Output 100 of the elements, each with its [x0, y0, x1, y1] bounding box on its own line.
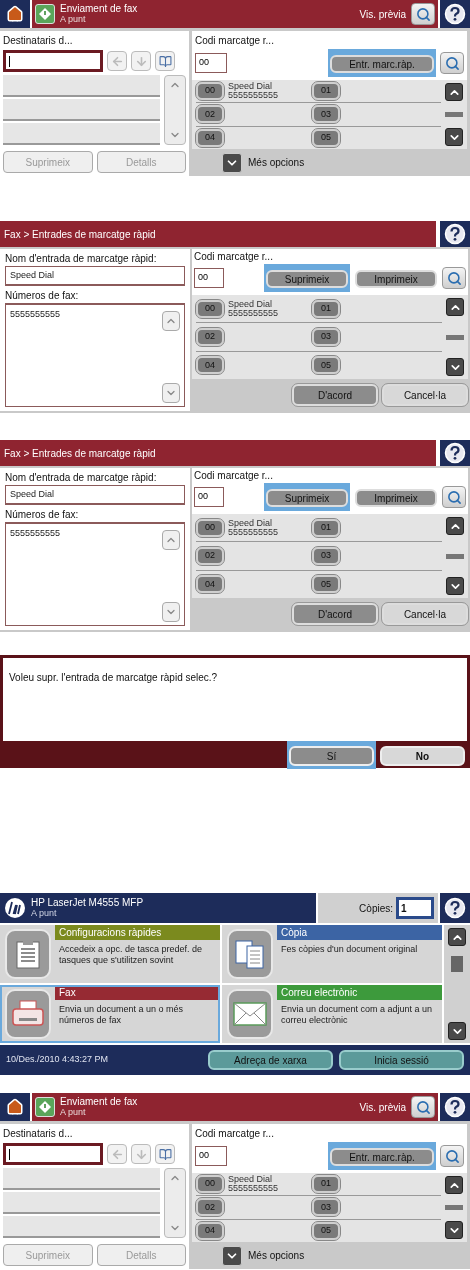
app-tile[interactable]: Fax Envia un document a un o més números de fax — [0, 985, 220, 1043]
preview-button[interactable]: Vis. prèvia — [359, 6, 406, 22]
copies-field[interactable]: 1 — [396, 897, 434, 919]
recipient-input-field[interactable] — [3, 50, 103, 72]
footer-button[interactable]: D'acord — [292, 603, 378, 625]
help-icon — [444, 1096, 466, 1118]
speed-dial-code-button[interactable]: 01 — [312, 82, 340, 101]
speed-dial-code-button[interactable]: 02 — [196, 328, 224, 346]
scroll-thumb[interactable] — [446, 334, 464, 340]
entry-action-button[interactable]: Suprimeix — [266, 489, 348, 507]
speed-dial-code-button[interactable]: 04 — [196, 128, 224, 147]
app-tile[interactable]: Correu electrònic Envia un document com a adjunt a un correu electrònic — [222, 985, 442, 1043]
footer-button[interactable]: D'acord — [292, 384, 378, 406]
speed-dial-code-button[interactable]: 04 — [196, 356, 224, 375]
scroll-thumb[interactable] — [446, 553, 464, 559]
footer-button[interactable]: Inicia sessió — [339, 1050, 464, 1070]
more-options-label: Més opcions — [248, 156, 305, 170]
scroll-up-button[interactable] — [446, 517, 464, 535]
speed-dial-code-button[interactable]: 00 — [196, 1175, 224, 1194]
fax-number-text: 5555555555 — [10, 527, 62, 540]
tile-description: Fes còpies d'un document original — [280, 943, 419, 955]
speed-dial-button[interactable]: Entr. marc.ràp. — [330, 55, 434, 73]
entry-action-button[interactable]: Suprimeix — [266, 270, 348, 288]
more-options-button[interactable] — [222, 1245, 242, 1266]
search-button[interactable] — [440, 52, 464, 74]
speed-dial-button[interactable]: Entr. marc.ràp. — [330, 1148, 434, 1166]
speed-dial-code-button[interactable]: 04 — [196, 575, 224, 594]
speed-dial-code-button[interactable]: 03 — [312, 547, 340, 565]
fax-machine-icon — [11, 1000, 45, 1028]
speed-dial-code-button[interactable]: 00 — [196, 299, 224, 318]
search-button[interactable] — [411, 3, 435, 25]
scroll-down-button[interactable] — [446, 358, 464, 376]
speed-dial-code-button[interactable]: 03 — [312, 105, 340, 124]
speed-dial-code-button[interactable]: 01 — [312, 518, 340, 537]
entry-action-button[interactable]: Imprimeix — [355, 489, 437, 507]
help-button[interactable] — [440, 1093, 470, 1121]
start-icon — [38, 7, 52, 21]
start-button[interactable] — [35, 4, 55, 24]
speed-dial-code-button[interactable]: 00 — [196, 82, 224, 101]
name-field[interactable]: Speed Dial — [5, 485, 185, 505]
speed-dial-code-button[interactable]: 04 — [196, 1221, 224, 1240]
speed-dial-code-button[interactable]: 02 — [196, 547, 224, 565]
speed-dial-code-button[interactable]: 02 — [196, 105, 224, 124]
dialog-button[interactable]: Sí — [289, 746, 374, 766]
name-field[interactable]: Speed Dial — [5, 266, 185, 286]
speed-dial-code-button[interactable]: 05 — [312, 128, 340, 147]
preview-button[interactable]: Vis. prèvia — [359, 1099, 406, 1115]
scroll-thumb[interactable] — [445, 1205, 463, 1210]
entry-action-button[interactable]: Imprimeix — [355, 270, 437, 288]
name-label: Nom d'entrada de marcatge ràpid: — [5, 252, 158, 266]
help-button[interactable] — [440, 440, 470, 466]
footer-button[interactable]: Cancel·la — [382, 603, 468, 625]
footer-button[interactable]: Cancel·la — [382, 384, 468, 406]
scroll-down-button[interactable] — [448, 1022, 466, 1040]
home-button[interactable] — [0, 1093, 30, 1121]
more-options-button[interactable] — [222, 152, 242, 173]
scroll-down-button[interactable] — [445, 128, 463, 146]
home-button[interactable] — [0, 0, 30, 28]
search-icon — [415, 6, 431, 22]
code-field[interactable]: 00 — [194, 487, 224, 507]
search-icon — [444, 55, 460, 71]
search-button[interactable] — [440, 1145, 464, 1167]
help-button[interactable] — [440, 0, 470, 28]
fax-number-text: 5555555555 — [10, 308, 62, 321]
address-book-button[interactable] — [155, 51, 175, 71]
code-field[interactable]: 00 — [195, 53, 227, 73]
dialog-button[interactable]: No — [380, 746, 465, 766]
app-tile[interactable]: Configuracions ràpides Accedeix a opc. de tasca predef. de tasques que s'utilitzen sovint — [0, 925, 220, 983]
scroll-thumb[interactable] — [451, 956, 463, 972]
scroll-down-button[interactable] — [445, 1221, 463, 1239]
speed-dial-code-button[interactable]: 02 — [196, 1198, 224, 1217]
footer-button[interactable]: Adreça de xarxa — [208, 1050, 333, 1070]
speed-dial-code-button[interactable]: 03 — [312, 328, 340, 346]
search-button[interactable] — [442, 267, 466, 289]
scroll-thumb[interactable] — [445, 112, 463, 117]
help-button[interactable] — [440, 221, 470, 247]
search-button[interactable] — [411, 1096, 435, 1118]
scroll-up-button[interactable] — [445, 1176, 463, 1194]
recipient-input-field[interactable] — [3, 1143, 103, 1165]
scroll-down-button[interactable] — [446, 577, 464, 595]
scroll-up-button[interactable] — [448, 928, 466, 946]
address-book-button[interactable] — [155, 1144, 175, 1164]
entry-name: Speed Dial — [228, 299, 273, 309]
breadcrumb: Fax > Entrades de marcatge ràpid — [4, 227, 156, 242]
speed-dial-code-button[interactable]: 05 — [312, 575, 340, 594]
speed-dial-code-button[interactable]: 03 — [312, 1198, 340, 1217]
scroll-up-button[interactable] — [446, 298, 464, 316]
start-button[interactable] — [35, 1097, 55, 1117]
code-label: Codi marcatge r... — [194, 469, 274, 483]
speed-dial-code-button[interactable]: 00 — [196, 518, 224, 537]
code-field[interactable]: 00 — [195, 1146, 227, 1166]
code-field[interactable]: 00 — [194, 268, 224, 288]
search-button[interactable] — [442, 486, 466, 508]
speed-dial-code-button[interactable]: 05 — [312, 1221, 340, 1240]
scroll-up-button[interactable] — [445, 83, 463, 101]
speed-dial-code-button[interactable]: 05 — [312, 356, 340, 375]
speed-dial-code-button[interactable]: 01 — [312, 299, 340, 318]
speed-dial-code-button[interactable]: 01 — [312, 1175, 340, 1194]
app-tile[interactable]: Còpia Fes còpies d'un document original — [222, 925, 442, 983]
help-button[interactable] — [440, 893, 470, 923]
